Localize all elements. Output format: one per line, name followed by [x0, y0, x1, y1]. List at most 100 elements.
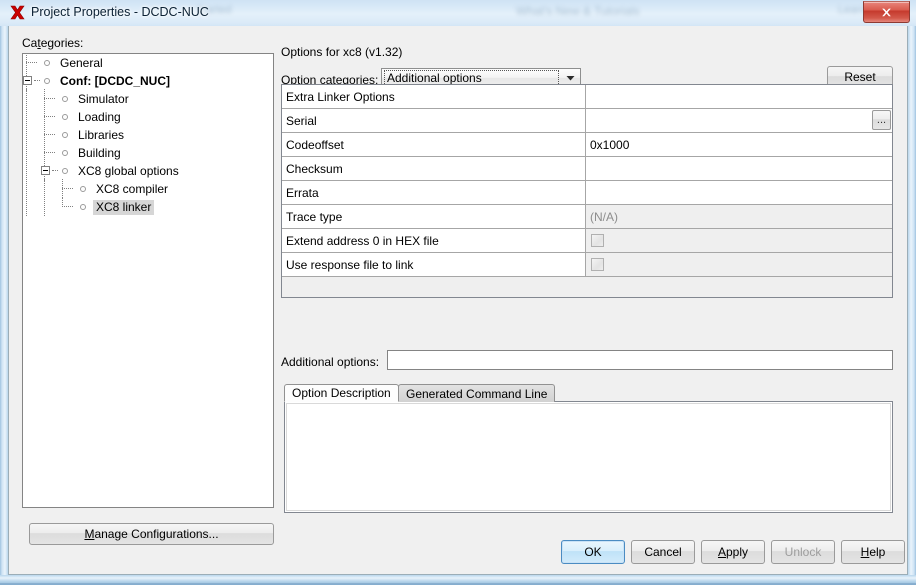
tree-node-icon: [41, 54, 57, 72]
tree-guide: [23, 161, 41, 180]
tab-generated-command-line[interactable]: Generated Command Line: [398, 384, 556, 402]
close-icon[interactable]: [863, 1, 910, 23]
property-value[interactable]: 0x1000: [586, 133, 892, 156]
table-row[interactable]: Serial...: [282, 109, 892, 133]
table-row[interactable]: Codeoffset 0x1000: [282, 133, 892, 157]
checkbox-icon: [591, 258, 604, 271]
window-border-right: [908, 26, 916, 585]
tree-guide: [41, 125, 59, 144]
tree-guide: [23, 54, 41, 72]
table-row[interactable]: Errata: [282, 181, 892, 205]
tree-guide: [23, 197, 41, 216]
window-border-left: [0, 26, 8, 585]
sidebar-item-label: General: [60, 55, 103, 70]
tree-guide: [23, 143, 41, 162]
property-value: (N/A): [586, 205, 892, 228]
sidebar-item-xc8-global-options[interactable]: XC8 global options: [23, 161, 273, 181]
property-value: [586, 229, 892, 252]
property-value[interactable]: [586, 157, 892, 180]
property-name: Checksum: [282, 157, 586, 180]
property-name: Codeoffset: [282, 133, 586, 156]
mplab-x-icon: [9, 4, 26, 21]
tree-guide: [23, 125, 41, 144]
tree-node-icon: [59, 90, 75, 108]
sidebar-item-xc8-linker[interactable]: XC8 linker: [23, 197, 273, 216]
tree-node-icon: [59, 108, 75, 126]
property-name: Extra Linker Options: [282, 85, 586, 108]
tree-guide: [41, 143, 59, 162]
sidebar-item-conf-dcdc-nuc[interactable]: Conf: [DCDC_NUC]: [23, 71, 273, 91]
tree-guide: [23, 89, 41, 108]
property-name: Serial: [282, 109, 586, 132]
table-row[interactable]: Use response file to link: [282, 253, 892, 277]
tree-node-icon: [77, 180, 93, 198]
sidebar-item-xc8-compiler[interactable]: XC8 compiler: [23, 179, 273, 198]
browse-ellipsis-button[interactable]: ...: [872, 110, 891, 130]
sidebar-item-label: Libraries: [78, 127, 125, 142]
tree-guide: [41, 197, 59, 216]
sidebar-item-building[interactable]: Building: [23, 143, 273, 162]
property-name: Trace type: [282, 205, 586, 228]
window-title: Project Properties - DCDC-NUC: [31, 5, 209, 19]
property-name: Use response file to link: [282, 253, 586, 276]
tree-node-icon: [59, 144, 75, 162]
table-row[interactable]: Trace type (N/A): [282, 205, 892, 229]
tree-expander-collapse-icon[interactable]: [41, 161, 59, 181]
table-row[interactable]: Extend address 0 in HEX file: [282, 229, 892, 253]
sidebar-item-simulator[interactable]: Simulator: [23, 89, 273, 108]
additional-options-label: Additional options:: [281, 355, 380, 369]
help-button[interactable]: Help: [841, 540, 905, 564]
chevron-down-icon: [562, 71, 578, 85]
apply-button[interactable]: Apply: [701, 540, 765, 564]
table-row[interactable]: Checksum: [282, 157, 892, 181]
ok-button[interactable]: OK: [561, 540, 625, 564]
table-filler-row: [282, 277, 892, 297]
sidebar-item-label: XC8 global options: [78, 163, 179, 178]
sidebar-item-label: Conf: [DCDC_NUC]: [60, 73, 170, 88]
option-description-text: [286, 403, 891, 511]
title-bar[interactable]: Project Properties - DCDC-NUC: [0, 0, 916, 26]
manage-configurations-button[interactable]: Manage Configurations...: [29, 523, 274, 545]
additional-options-input[interactable]: [387, 350, 893, 370]
tree-expander-collapse-icon[interactable]: [23, 71, 41, 91]
options-pane-title: Options for xc8 (v1.32): [281, 45, 403, 59]
checkbox-icon: [591, 234, 604, 247]
categories-label: Categories:: [22, 36, 84, 50]
property-name: Errata: [282, 181, 586, 204]
tree-guide: [59, 197, 77, 216]
option-categories-value: Additional options: [384, 70, 559, 86]
project-properties-window: Started What's New & Tutorials Learn & D…: [0, 0, 916, 585]
cancel-button[interactable]: Cancel: [631, 540, 695, 564]
categories-tree[interactable]: General Conf: [DCDC_NUC] Simulator Loading L…: [22, 53, 274, 508]
tree-node-icon: [77, 198, 93, 216]
sidebar-item-label: Loading: [78, 109, 121, 124]
tree-guide: [23, 107, 41, 126]
unlock-button: Unlock: [771, 540, 835, 564]
tree-guide: [41, 89, 59, 108]
tree-guide: [41, 107, 59, 126]
window-border-bottom: [0, 575, 916, 585]
property-value[interactable]: ...: [586, 109, 892, 132]
tree-node-icon: [59, 126, 75, 144]
tree-node-icon: [59, 162, 75, 180]
sidebar-item-libraries[interactable]: Libraries: [23, 125, 273, 144]
table-row[interactable]: Extra Linker Options: [282, 85, 892, 109]
option-description-area[interactable]: [284, 401, 893, 513]
sidebar-item-loading[interactable]: Loading: [23, 107, 273, 126]
dialog-client-area: Categories: General Conf: [DCDC_NUC] Simul…: [8, 26, 908, 575]
sidebar-item-label: Simulator: [78, 91, 129, 106]
tab-option-description[interactable]: Option Description: [284, 384, 399, 402]
options-property-table[interactable]: Extra Linker Options Serial... Codeoffset 0…: [281, 84, 893, 298]
property-name: Extend address 0 in HEX file: [282, 229, 586, 252]
tree-guide: [59, 179, 77, 198]
description-tabstrip[interactable]: Option Description Generated Command Line: [284, 384, 893, 402]
tree-node-icon: [41, 72, 57, 90]
sidebar-item-label: XC8 compiler: [96, 181, 169, 196]
sidebar-item-label: Building: [78, 145, 121, 160]
sidebar-item-label: XC8 linker: [93, 199, 155, 215]
property-value: [586, 253, 892, 276]
property-value[interactable]: [586, 85, 892, 108]
tree-guide: [41, 179, 59, 198]
property-value[interactable]: [586, 181, 892, 204]
sidebar-item-general[interactable]: General: [23, 54, 273, 72]
